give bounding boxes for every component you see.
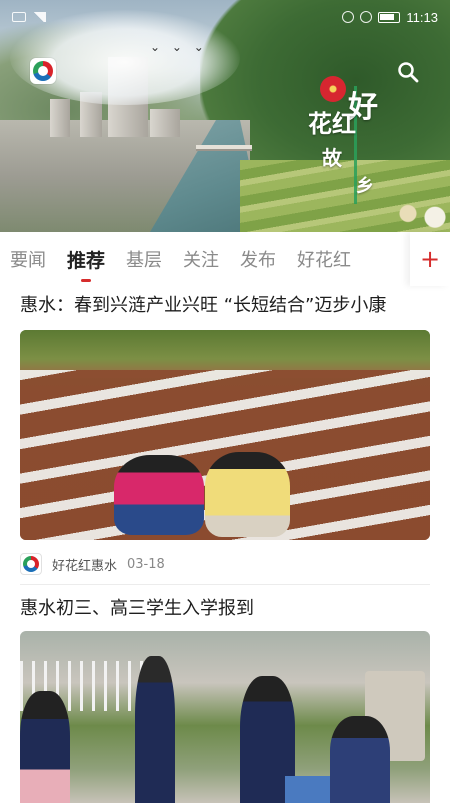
photo-student (20, 691, 70, 803)
brand-text-2: 花红 (308, 109, 356, 138)
photo-farmer (205, 452, 290, 537)
status-left (12, 12, 46, 22)
article-meta: 好花红惠水 03-18 (20, 540, 430, 584)
news-feed[interactable]: 惠水：春到兴涟产业兴旺 “长短结合”迈步小康 好花红惠水 03-18 惠水初三、… (0, 286, 450, 803)
source-logo-mark (23, 556, 39, 572)
article-image[interactable] (20, 330, 430, 540)
photo-student (135, 656, 175, 803)
tab-fade (380, 232, 410, 286)
tab-guanzhu[interactable]: 关注 (183, 246, 219, 272)
sim-icon (12, 12, 26, 22)
article-card[interactable]: 惠水：春到兴涟产业兴旺 “长短结合”迈步小康 好花红惠水 03-18 (0, 286, 450, 584)
brand-text-4: 乡 (356, 176, 374, 197)
article-date: 03-18 (127, 556, 165, 572)
banner-bridge (196, 145, 252, 151)
status-right: 11:13 (342, 10, 438, 25)
header-banner: ⌄ ⌄ ⌄ 11:13 好 花红 故 乡 (0, 0, 450, 232)
status-time: 11:13 (406, 9, 438, 25)
banner-building (50, 99, 70, 137)
tab-jiceng[interactable]: 基层 (126, 246, 162, 272)
battery-icon (378, 11, 401, 23)
tab-yaowen[interactable]: 要闻 (10, 246, 46, 272)
app-logo[interactable] (30, 58, 56, 84)
channel-tabs: 要闻 推荐 基层 关注 发布 好花红 + (0, 232, 450, 286)
article-source[interactable]: 好花红惠水 (52, 555, 117, 574)
source-logo-icon (20, 553, 42, 575)
tab-haohuahong[interactable]: 好花红 (297, 246, 351, 272)
status-bar: 11:13 (0, 0, 450, 34)
eye-icon (342, 11, 355, 23)
birds-decoration: ⌄ ⌄ ⌄ (150, 40, 208, 54)
logo-icon (33, 61, 53, 81)
red-flower-icon (320, 76, 346, 102)
brand-text-3: 故 (322, 146, 342, 170)
article-title[interactable]: 惠水初三、高三学生入学报到 (0, 585, 450, 631)
signal-icon (32, 12, 46, 22)
photo-student (330, 716, 390, 803)
photo-farmer (114, 455, 204, 535)
article-image[interactable] (20, 631, 430, 803)
add-channel-button[interactable]: + (410, 232, 450, 286)
brand-calligraphy: 好 花红 故 乡 (300, 76, 410, 206)
article-title[interactable]: 惠水：春到兴涟产业兴旺 “长短结合”迈步小康 (20, 286, 430, 326)
plus-icon: + (419, 245, 441, 273)
banner-building (150, 109, 180, 137)
alarm-icon (360, 11, 373, 23)
tab-tuijian[interactable]: 推荐 (67, 246, 105, 282)
tab-fabu[interactable]: 发布 (240, 246, 276, 272)
